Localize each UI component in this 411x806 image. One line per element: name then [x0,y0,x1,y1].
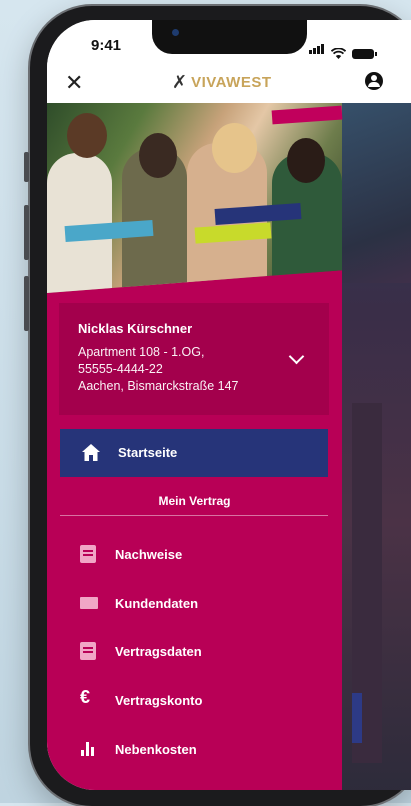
brand-name: VIVAWEST [191,74,272,91]
address-line-1: Apartment 108 - 1.OG, [78,345,205,359]
nav-item-nebenkosten[interactable]: Nebenkosten [60,730,328,768]
nav-item-label: Nebenkosten [115,742,197,757]
address-line-2: 55555-4444-22 [78,362,163,376]
address-line-3: Aachen, Bismarckstraße 147 [78,379,239,393]
dimmed-background[interactable] [342,103,411,790]
signal-icon [309,41,325,59]
nav-item-vertragsdaten[interactable]: Vertragsdaten [60,632,328,670]
header-photo [47,103,342,293]
navigation-drawer: Nicklas Kürschner Apartment 108 - 1.OG, … [47,103,343,790]
nav-item-startseite[interactable]: Startseite [60,429,328,477]
battery-icon [352,49,377,59]
mute-switch [24,152,29,182]
app-header: ✕ ✗ VIVAWEST [47,64,411,103]
account-icon[interactable] [365,72,383,90]
notch [152,20,307,54]
contract-selector[interactable]: Nicklas Kürschner Apartment 108 - 1.OG, … [59,303,329,415]
nav-item-label: Vertragskonto [115,693,203,708]
brand-logo: ✗ VIVAWEST [172,72,272,93]
nav-item-label: Vertragsdaten [115,644,202,659]
document-icon [80,642,96,660]
brand-mark-icon: ✗ [172,72,188,92]
status-bar: 9:41 [47,20,411,64]
volume-up-button [24,205,29,260]
close-icon[interactable]: ✕ [65,70,83,96]
document-icon [80,545,96,563]
user-name: Nicklas Kürschner [78,321,193,336]
app-screen: 9:41 ✕ ✗ VIVAWEST Nicklas Kürschner Apar… [47,20,411,790]
status-time: 9:41 [91,37,122,54]
divider [60,515,328,516]
chevron-down-icon[interactable] [288,348,305,365]
bar-chart-icon [80,740,96,758]
nav-item-label: Nachweise [115,547,183,562]
wifi-icon [331,48,346,59]
nav-item-label: Kundendaten [115,596,199,611]
nav-item-nachweise[interactable]: Nachweise [60,535,328,573]
home-icon [82,444,100,461]
nav-item-label: Startseite [118,445,178,460]
volume-down-button [24,276,29,331]
id-card-icon [80,597,98,609]
nav-item-vertragskonto[interactable]: € Vertragskonto [60,681,328,719]
nav-item-kundendaten[interactable]: Kundendaten [60,584,328,622]
section-title: Mein Vertrag [158,494,231,508]
euro-icon: € [80,687,91,707]
